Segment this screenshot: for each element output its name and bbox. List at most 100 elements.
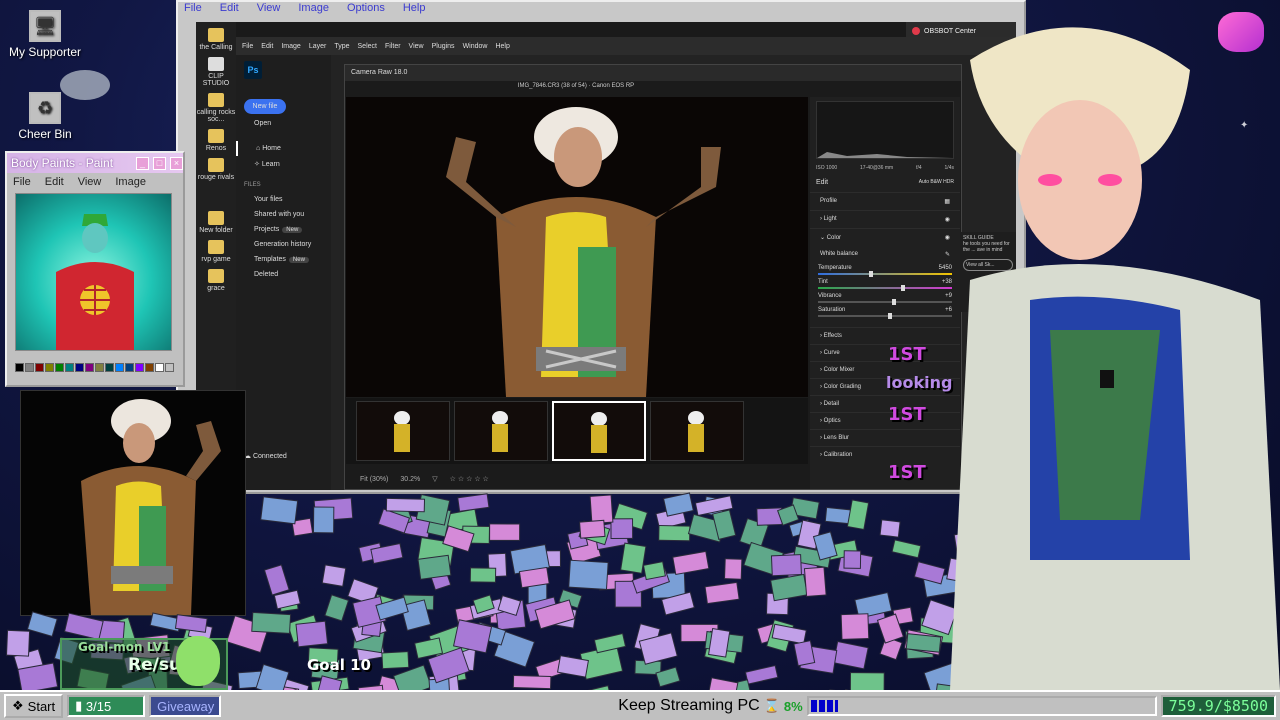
palette-swatch[interactable] <box>145 363 154 372</box>
auto-button[interactable]: Auto <box>919 179 929 185</box>
gift-box <box>620 542 647 574</box>
menu-image[interactable]: Image <box>298 2 329 16</box>
nav-projects[interactable]: Projects New <box>236 222 331 237</box>
ps-menu-view[interactable]: View <box>409 43 424 50</box>
filmstrip-thumbnail-selected[interactable] <box>552 401 646 461</box>
ps-menu-filter[interactable]: Filter <box>385 43 401 50</box>
ps-menu-file[interactable]: File <box>242 43 253 50</box>
folder-icon <box>208 129 224 143</box>
ps-menu-select[interactable]: Select <box>358 43 377 50</box>
ps-menu-image[interactable]: Image <box>281 43 300 50</box>
nav-deleted[interactable]: Deleted <box>236 267 331 282</box>
filmstrip-thumbnail[interactable] <box>356 401 450 461</box>
money-goal-target: $8500 <box>1222 697 1268 715</box>
start-label: Start <box>27 698 56 714</box>
nav-templates[interactable]: Templates New <box>236 252 331 267</box>
strip-label: rouge rivals <box>197 174 235 181</box>
palette-swatch[interactable] <box>35 363 44 372</box>
ps-menu-type[interactable]: Type <box>334 43 349 50</box>
strip-label: calling rocks soc... <box>196 109 236 123</box>
gift-box <box>840 613 870 640</box>
ps-menu-layer[interactable]: Layer <box>309 43 327 50</box>
palette-swatch[interactable] <box>65 363 74 372</box>
minimize-button[interactable]: _ <box>136 156 149 170</box>
paint-menu-file[interactable]: File <box>13 176 31 188</box>
paint-menu-image[interactable]: Image <box>115 176 146 188</box>
paint-menu-edit[interactable]: Edit <box>45 176 64 188</box>
gift-box <box>417 554 452 580</box>
menu-view[interactable]: View <box>257 2 281 16</box>
balloon-dog-icon <box>176 636 220 686</box>
close-button[interactable]: × <box>170 156 183 170</box>
desktop-icon-my-supporter[interactable]: 🖥 My Supporter <box>0 10 90 59</box>
gift-box <box>568 559 609 590</box>
strip-item[interactable]: New folder <box>196 211 236 234</box>
palette-swatch[interactable] <box>75 363 84 372</box>
profile-label: Profile <box>820 198 838 204</box>
palette-swatch[interactable] <box>105 363 114 372</box>
start-button[interactable]: ❖ Start <box>4 694 64 718</box>
strip-item[interactable]: Renos <box>196 129 236 152</box>
paint-menu-view[interactable]: View <box>78 176 102 188</box>
palette-swatch[interactable] <box>25 363 34 372</box>
nav-your-files[interactable]: Your files <box>236 192 331 207</box>
strip-item[interactable]: the Calling <box>196 28 236 51</box>
strip-item[interactable]: grace <box>196 269 236 292</box>
paint-titlebar[interactable]: Body Paints - Paint _ □ × <box>7 153 183 173</box>
open-button[interactable]: Open <box>254 120 331 127</box>
slider-knob[interactable] <box>901 285 906 291</box>
nav-shared[interactable]: Shared with you <box>236 207 331 222</box>
slider-knob[interactable] <box>868 271 873 277</box>
strip-item[interactable]: rouge rivals <box>196 158 236 181</box>
nav-learn[interactable]: ✧ Learn <box>236 156 331 172</box>
camera-raw-title: Camera Raw 18.0 <box>345 65 961 81</box>
goal-title: Goal-mon LV1 <box>78 640 171 654</box>
palette-swatch[interactable] <box>55 363 64 372</box>
gift-box <box>846 499 870 531</box>
counter-value: 3/15 <box>85 698 112 714</box>
gift-box <box>708 677 739 690</box>
paint-title: Body Paints - Paint <box>11 156 114 170</box>
desktop-icon-cheer-bin[interactable]: ♻ Cheer Bin <box>0 92 90 141</box>
palette-swatch[interactable] <box>45 363 54 372</box>
palette-swatch[interactable] <box>15 363 24 372</box>
menu-options[interactable]: Options <box>347 2 385 16</box>
nav-home[interactable]: ⌂ Home <box>236 141 331 156</box>
giveaway-field[interactable]: Giveaway <box>149 695 222 717</box>
nav-generation-history[interactable]: Generation history <box>236 237 331 252</box>
ps-menu-help[interactable]: Help <box>495 43 509 50</box>
palette-swatch[interactable] <box>85 363 94 372</box>
paint-window[interactable]: Body Paints - Paint _ □ × File Edit View… <box>5 151 185 387</box>
palette-swatch[interactable] <box>125 363 134 372</box>
menu-edit[interactable]: Edit <box>220 2 239 16</box>
gift-box <box>891 539 922 559</box>
exif-iso: ISO 1000 <box>816 165 838 171</box>
strip-item[interactable]: rvp game <box>196 240 236 263</box>
filmstrip-thumbnail[interactable] <box>650 401 744 461</box>
palette-swatch[interactable] <box>155 363 164 372</box>
strip-label: the Calling <box>199 44 233 51</box>
strip-item[interactable]: CLIP STUDIO <box>196 57 236 87</box>
main-photo-preview[interactable] <box>346 97 808 397</box>
gift-box <box>174 614 208 633</box>
slider-knob[interactable] <box>887 313 892 319</box>
ps-menu-edit[interactable]: Edit <box>261 43 273 50</box>
ps-menu-plugins[interactable]: Plugins <box>432 43 455 50</box>
filmstrip-thumbnail[interactable] <box>454 401 548 461</box>
progress-fill <box>810 700 839 712</box>
slider-knob[interactable] <box>891 299 896 305</box>
menu-file[interactable]: File <box>184 2 202 16</box>
new-file-button[interactable]: New file <box>244 99 286 114</box>
paint-canvas[interactable] <box>15 193 172 351</box>
palette-swatch[interactable] <box>115 363 124 372</box>
ps-menu-window[interactable]: Window <box>463 43 488 50</box>
maximize-button[interactable]: □ <box>153 156 166 170</box>
strip-item[interactable]: calling rocks soc... <box>196 93 236 123</box>
palette-swatch[interactable] <box>95 363 104 372</box>
windows-logo-icon: ❖ <box>12 698 24 713</box>
palette-swatch[interactable] <box>135 363 144 372</box>
menu-help[interactable]: Help <box>403 2 426 16</box>
gift-box <box>260 496 299 525</box>
gift-box <box>610 518 634 539</box>
palette-swatch[interactable] <box>165 363 174 372</box>
